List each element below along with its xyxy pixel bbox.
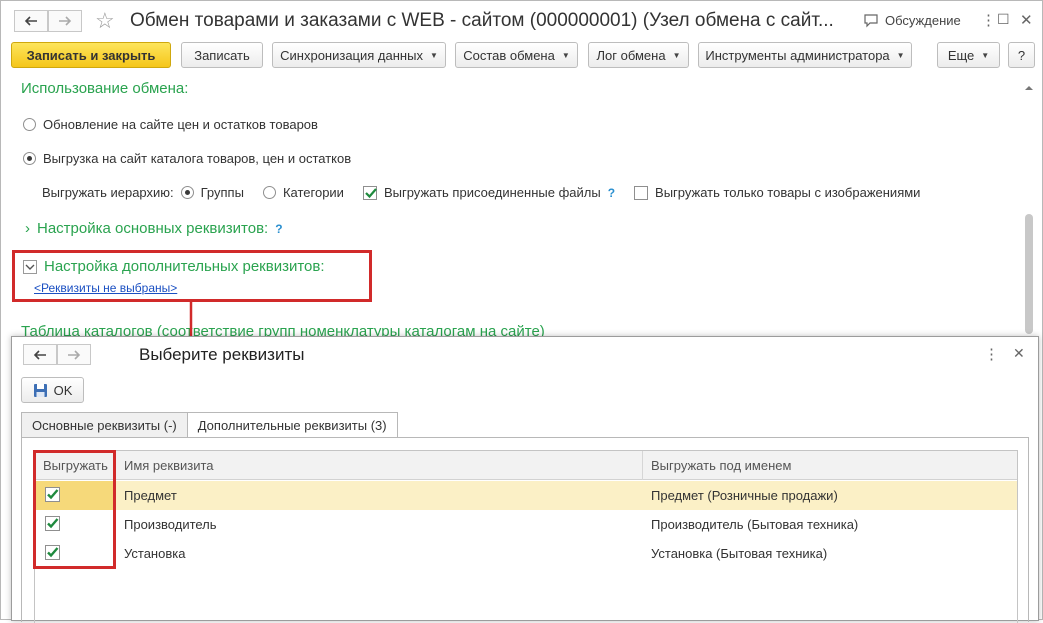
radio-icon[interactable] <box>262 186 276 199</box>
only-images-label: Выгружать только товары с изображениями <box>655 185 921 200</box>
attr-name-cell: Производитель <box>124 517 217 532</box>
highlight-frame <box>12 250 372 302</box>
more-button[interactable]: Еще ▼ <box>937 42 1000 68</box>
attached-files-label: Выгружать присоединенные файлы <box>383 185 601 200</box>
only-images-checkbox[interactable] <box>634 185 649 200</box>
chevron-down-icon: ▼ <box>429 50 438 60</box>
basic-attrs-help[interactable]: ? <box>275 222 282 236</box>
hierarchy-row: Выгружать иерархию: Группы Категории Выг… <box>42 185 920 200</box>
composition-button[interactable]: Состав обмена ▼ <box>455 42 578 68</box>
chevron-down-icon: ▼ <box>672 50 681 60</box>
attached-files-help[interactable]: ? <box>608 186 615 200</box>
arrow-right-icon <box>59 16 72 26</box>
dialog-title: Выберите реквизиты <box>139 345 305 364</box>
log-label: Лог обмена <box>596 47 666 63</box>
toolbar: Записать и закрыть Записать Синхронизаци… <box>1 42 1042 72</box>
dialog-tabs: Основные реквизиты (-) Дополнительные ре… <box>21 412 398 438</box>
arrow-left-icon <box>33 349 46 360</box>
attr-name-cell: Установка <box>124 546 186 561</box>
back-button[interactable] <box>14 10 48 32</box>
arrow-right-icon <box>68 349 81 360</box>
checkmark-icon <box>365 187 377 198</box>
column-attr-name[interactable]: Имя реквизита <box>116 451 643 480</box>
attached-files-checkbox[interactable] <box>362 185 377 200</box>
chevron-down-icon: ▼ <box>981 50 990 60</box>
export-name-cell: Установка (Бытовая техника) <box>651 546 828 561</box>
more-vertical-icon[interactable]: ⋮ <box>981 11 996 29</box>
favorite-star-icon[interactable]: ☆ <box>95 7 115 35</box>
basic-attrs-heading: Настройка основных реквизитов: <box>37 220 269 237</box>
export-name-cell: Производитель (Бытовая техника) <box>651 517 859 532</box>
column-export-name[interactable]: Выгружать под именем <box>643 451 1017 480</box>
hierarchy-label: Выгружать иерархию: <box>42 185 174 200</box>
table-row[interactable]: Предмет Предмет (Розничные продажи) <box>35 481 1017 510</box>
vertical-scrollbar[interactable] <box>1023 79 1035 337</box>
tab-basic-attrs[interactable]: Основные реквизиты (-) <box>21 412 188 438</box>
option-export-catalog[interactable]: Выгрузка на сайт каталога товаров, цен и… <box>23 151 351 166</box>
table-header: Выгружать Имя реквизита Выгружать под им… <box>35 451 1017 480</box>
sync-data-button[interactable]: Синхронизация данных ▼ <box>272 42 446 68</box>
help-button[interactable]: ? <box>1008 42 1035 68</box>
sync-data-label: Синхронизация данных <box>280 47 423 63</box>
admin-tools-label: Инструменты администратора <box>705 47 890 63</box>
close-icon[interactable]: ✕ <box>1020 11 1033 29</box>
attrs-table: Выгружать Имя реквизита Выгружать под им… <box>33 450 1018 623</box>
ok-label: OK <box>53 382 73 398</box>
select-attrs-dialog: Выберите реквизиты ⋮ ✕ OK Основные рекви… <box>11 336 1039 623</box>
ok-button[interactable]: OK <box>21 377 84 403</box>
composition-label: Состав обмена <box>463 47 555 63</box>
discussion-label: Обсуждение <box>885 13 961 28</box>
scroll-up-icon[interactable] <box>1023 83 1035 93</box>
attr-name-cell: Предмет <box>124 488 177 503</box>
arrow-left-icon <box>24 16 37 26</box>
admin-tools-button[interactable]: Инструменты администратора ▼ <box>698 42 912 68</box>
main-window: ☆ Обмен товарами и заказами с WEB - сайт… <box>0 0 1043 623</box>
close-icon[interactable]: ✕ <box>1013 345 1025 362</box>
forward-button[interactable] <box>48 10 82 32</box>
chevron-right-icon[interactable]: › <box>25 220 30 237</box>
tab-extra-attrs[interactable]: Дополнительные реквизиты (3) <box>186 412 398 438</box>
chevron-down-icon: ▼ <box>561 50 570 60</box>
hierarchy-groups-label: Группы <box>200 185 244 200</box>
option-export-catalog-label: Выгрузка на сайт каталога товаров, цен и… <box>43 151 352 166</box>
radio-selected-icon[interactable] <box>180 186 194 199</box>
discussion-button[interactable]: Обсуждение <box>863 13 961 28</box>
table-row[interactable]: Установка Установка (Бытовая техника) <box>35 539 1017 568</box>
speech-bubble-icon <box>864 13 878 27</box>
window-title: Обмен товарами и заказами с WEB - сайтом… <box>130 10 834 31</box>
catalogs-heading: Таблица каталогов (соответствие групп но… <box>21 323 545 336</box>
dialog-back-button[interactable] <box>23 344 57 365</box>
radio-icon[interactable] <box>23 118 36 131</box>
tab-panel: Выгружать Имя реквизита Выгружать под им… <box>21 437 1029 623</box>
chevron-down-icon: ▼ <box>896 50 905 60</box>
more-vertical-icon[interactable]: ⋮ <box>984 345 999 363</box>
hierarchy-categories-label: Категории <box>282 185 344 200</box>
save-close-button[interactable]: Записать и закрыть <box>11 42 171 68</box>
form-content: Использование обмена: Обновление на сайт… <box>1 76 1023 336</box>
save-disk-icon <box>33 383 47 397</box>
log-button[interactable]: Лог обмена ▼ <box>588 42 689 68</box>
option-update-prices[interactable]: Обновление на сайте цен и остатков товар… <box>23 117 318 132</box>
scroll-thumb[interactable] <box>1025 214 1033 334</box>
table-row[interactable]: Производитель Производитель (Бытовая тех… <box>35 510 1017 539</box>
basic-attrs-group[interactable]: › Настройка основных реквизитов: ? <box>25 220 283 237</box>
export-column-highlight <box>33 450 116 569</box>
export-name-cell: Предмет (Розничные продажи) <box>651 488 838 503</box>
save-button[interactable]: Записать <box>181 42 263 68</box>
option-update-prices-label: Обновление на сайте цен и остатков товар… <box>43 117 318 132</box>
maximize-icon[interactable]: ☐ <box>997 11 1010 28</box>
dialog-forward-button[interactable] <box>57 344 91 365</box>
usage-heading: Использование обмена: <box>21 80 189 97</box>
radio-selected-icon[interactable] <box>23 152 36 165</box>
title-bar: ☆ Обмен товарами и заказами с WEB - сайт… <box>1 1 1042 41</box>
more-label: Еще <box>947 47 975 63</box>
